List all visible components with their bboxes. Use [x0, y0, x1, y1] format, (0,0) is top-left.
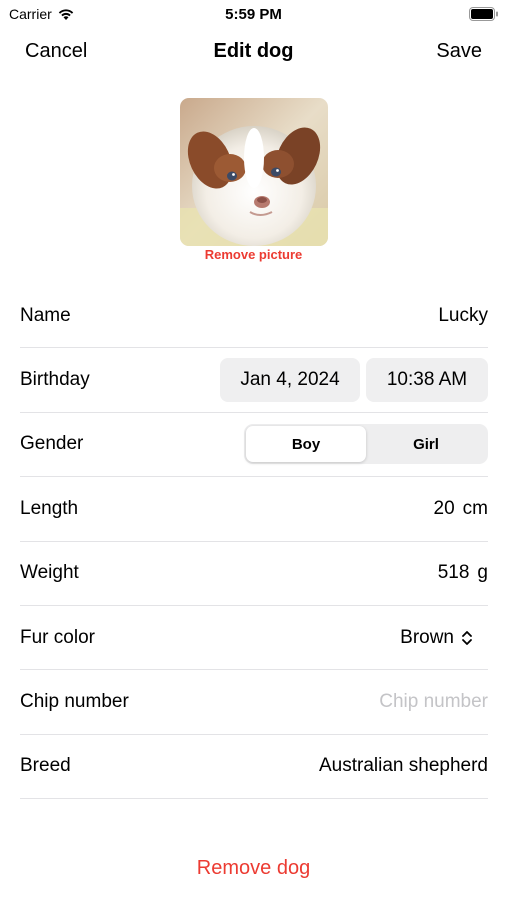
save-button[interactable]: Save: [436, 40, 482, 63]
cancel-button[interactable]: Cancel: [25, 40, 87, 63]
edit-dog-screen: Carrier 5:59 PM Cancel Edit dog Save Rem…: [0, 0, 507, 900]
chevron-up-down-icon: [462, 630, 472, 645]
navigation-bar: Cancel Edit dog Save: [0, 36, 507, 70]
fur-color-label: Fur color: [20, 626, 95, 648]
length-label: Length: [20, 497, 79, 519]
breed-row: Breed Australian shepherd: [20, 735, 488, 800]
gender-label: Gender: [20, 433, 84, 455]
weight-field[interactable]: 518: [438, 562, 470, 584]
birthday-date-picker[interactable]: Jan 4, 2024: [220, 358, 360, 403]
remove-dog-button[interactable]: Remove dog: [0, 857, 507, 880]
birthday-label: Birthday: [20, 369, 90, 391]
battery-icon: [469, 7, 498, 21]
weight-value: 518 g: [438, 562, 488, 584]
gender-row: Gender Boy Girl: [20, 413, 488, 478]
birthday-row: Birthday Jan 4, 2024 10:38 AM: [20, 348, 488, 413]
gender-option-girl[interactable]: Girl: [366, 426, 486, 462]
weight-row: Weight 518 g: [20, 542, 488, 606]
chip-number-field[interactable]: Chip number: [379, 691, 488, 713]
length-field[interactable]: 20: [434, 498, 455, 520]
name-row: Name Lucky: [20, 284, 488, 349]
gender-option-boy[interactable]: Boy: [246, 426, 366, 463]
breed-label: Breed: [20, 755, 71, 777]
birthday-pickers: Jan 4, 2024 10:38 AM: [220, 358, 488, 403]
name-label: Name: [20, 304, 71, 326]
dog-photo-image: [180, 98, 328, 246]
breed-field[interactable]: Australian shepherd: [319, 755, 488, 777]
length-value: 20 cm: [434, 498, 488, 520]
status-time: 5:59 PM: [225, 6, 282, 23]
birthday-time-picker[interactable]: 10:38 AM: [366, 358, 488, 403]
name-field[interactable]: Lucky: [438, 305, 488, 327]
weight-label: Weight: [20, 562, 79, 584]
dog-photo[interactable]: [180, 98, 328, 246]
gender-segmented-control: Boy Girl: [244, 424, 488, 465]
weight-unit: g: [477, 562, 488, 584]
chip-number-label: Chip number: [20, 691, 129, 713]
dog-form: Name Lucky Birthday Jan 4, 2024 10:38 AM…: [20, 284, 488, 800]
length-row: Length 20 cm: [20, 477, 488, 542]
status-bar: Carrier 5:59 PM: [0, 0, 507, 28]
chip-number-row: Chip number Chip number: [20, 670, 488, 735]
fur-color-value: Brown: [400, 626, 454, 648]
fur-color-row: Fur color Brown: [20, 606, 488, 671]
fur-color-menu[interactable]: Brown: [400, 627, 474, 649]
remove-picture-button[interactable]: Remove picture: [0, 247, 507, 262]
length-unit: cm: [462, 497, 488, 519]
